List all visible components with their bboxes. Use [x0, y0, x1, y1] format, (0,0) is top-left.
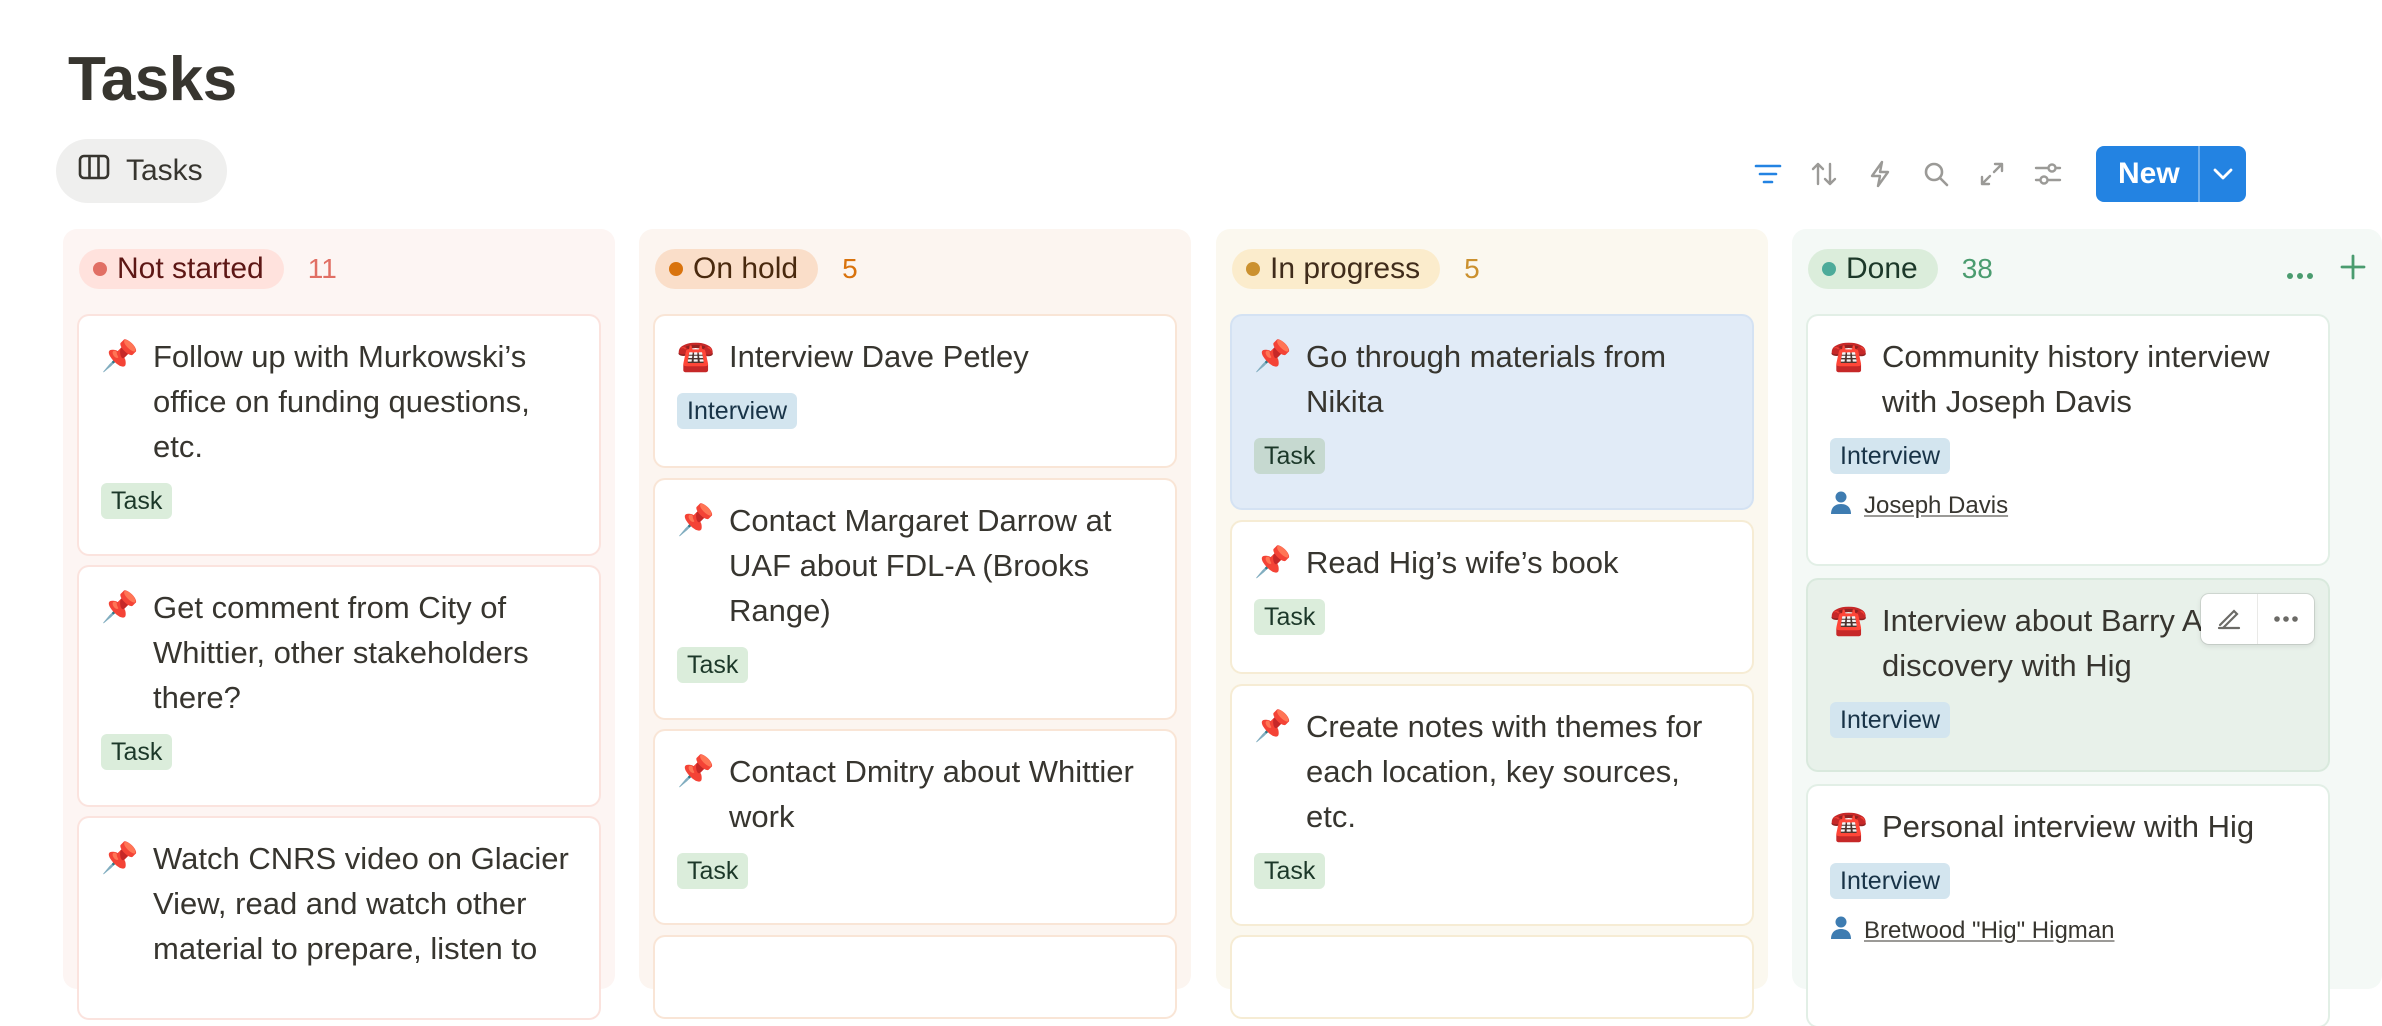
card-hover-controls	[2201, 594, 2314, 644]
telephone-icon: ☎️	[1830, 340, 1868, 373]
card-title: Watch CNRS video on Glacier View, read a…	[153, 841, 569, 966]
card-title: Read Hig’s wife’s book	[1306, 545, 1619, 580]
tag-interview: Interview	[677, 393, 798, 429]
tag-task: Task	[677, 853, 749, 889]
pushpin-icon: 📌	[101, 842, 139, 875]
card[interactable]: 📌 Get comment from City of Whittier, othe…	[79, 567, 599, 805]
column-count: 38	[1961, 253, 1993, 284]
tag-task: Task	[101, 734, 173, 770]
card[interactable]: 📌 Create notes with themes for each locat…	[1232, 686, 1752, 924]
telephone-icon: ☎️	[1830, 604, 1868, 637]
tag-task: Task	[101, 483, 173, 519]
card-title: Interview Dave Petley	[729, 339, 1029, 374]
status-label: Not started	[117, 252, 264, 285]
tag-task: Task	[677, 647, 749, 683]
tag-interview: Interview	[1830, 863, 1951, 899]
card[interactable]: 📌 Contact Margaret Darrow at UAF about FD…	[655, 480, 1175, 718]
card[interactable]	[1232, 937, 1752, 1017]
board-icon	[78, 153, 110, 189]
card[interactable]	[655, 937, 1175, 1017]
column-count: 5	[1464, 253, 1480, 284]
page-title: Tasks	[68, 45, 237, 114]
tag-task: Task	[1254, 438, 1326, 474]
tag-task: Task	[1254, 599, 1326, 635]
person-property[interactable]: Joseph Davis	[1830, 490, 2306, 521]
more-options-icon[interactable]	[2286, 251, 2314, 288]
pushpin-icon: 📌	[1254, 546, 1292, 579]
status-label: On hold	[693, 252, 799, 285]
person-property[interactable]: Bretwood "Hig" Higman	[1830, 915, 2306, 946]
pushpin-icon: 📌	[101, 340, 139, 373]
pushpin-icon: 📌	[677, 755, 715, 788]
person-name[interactable]: Bretwood "Hig" Higman	[1864, 917, 2114, 945]
column-actions	[2286, 249, 2366, 289]
status-pill[interactable]: In progress	[1232, 249, 1441, 289]
status-label: In progress	[1270, 252, 1421, 285]
pushpin-icon: 📌	[101, 591, 139, 624]
status-dot	[1822, 262, 1836, 276]
card[interactable]: ☎️ Interview Dave Petley Interview	[655, 316, 1175, 466]
card[interactable]: 📌 Contact Dmitry about Whittier work Task	[655, 731, 1175, 923]
expand-icon[interactable]	[1972, 154, 2012, 194]
column-header: Done 38	[1808, 249, 1993, 289]
more-options-icon[interactable]	[2257, 594, 2314, 644]
search-icon[interactable]	[1916, 154, 1956, 194]
person-name[interactable]: Joseph Davis	[1864, 492, 2008, 520]
card[interactable]: ☎️ Personal interview with Hig Interview …	[1808, 786, 2328, 1026]
column-not-started: Not started 11 📌 Follow up with Murkowski…	[63, 229, 615, 1018]
add-card-icon[interactable]	[2340, 251, 2366, 288]
chevron-down-icon[interactable]	[2197, 146, 2246, 202]
status-pill[interactable]: Not started	[79, 249, 284, 289]
card-title: Contact Margaret Darrow at UAF about FDL…	[729, 503, 1112, 628]
card-title: Follow up with Murkowski’s office on fun…	[153, 339, 530, 464]
tag-interview: Interview	[1830, 702, 1951, 738]
telephone-icon: ☎️	[677, 340, 715, 373]
view-tab-label: Tasks	[126, 154, 203, 187]
card-title: Community history interview with Joseph …	[1882, 339, 2270, 419]
column-count: 5	[842, 253, 858, 284]
column-header: On hold 5	[655, 249, 858, 289]
card[interactable]: 📌 Watch CNRS video on Glacier View, read …	[79, 818, 599, 1018]
person-icon	[1830, 915, 1852, 946]
column-on-hold: On hold 5 ☎️ Interview Dave Petley Interv…	[639, 229, 1191, 1017]
card-title: Personal interview with Hig	[1882, 809, 2255, 844]
card-title: Go through materials from Nikita	[1306, 339, 1667, 419]
card[interactable]: ☎️ Community history interview with Josep…	[1808, 316, 2328, 564]
column-header: In progress 5	[1232, 249, 1480, 289]
pushpin-icon: 📌	[1254, 710, 1292, 743]
new-button-label[interactable]: New	[2096, 146, 2198, 202]
lightning-icon[interactable]	[1860, 154, 1900, 194]
column-count: 11	[307, 253, 337, 284]
person-icon	[1830, 490, 1852, 521]
filter-icon[interactable]	[1748, 154, 1788, 194]
settings-icon[interactable]	[2028, 154, 2068, 194]
card-title: Create notes with themes for each locati…	[1306, 709, 1703, 834]
column-done: Done 38 ☎️ Community history interview wi…	[1792, 229, 2382, 1026]
edit-icon[interactable]	[2201, 594, 2257, 644]
status-dot	[93, 262, 107, 276]
tag-task: Task	[1254, 853, 1326, 889]
card[interactable]: 📌 Read Hig’s wife’s book Task	[1232, 522, 1752, 672]
sort-icon[interactable]	[1804, 154, 1844, 194]
card-selected[interactable]: 📌 Go through materials from Nikita Task	[1232, 316, 1752, 508]
card-title: Get comment from City of Whittier, other…	[153, 590, 529, 715]
view-tab-tasks[interactable]: Tasks	[56, 139, 227, 203]
column-header: Not started 11	[79, 249, 337, 289]
status-label: Done	[1846, 252, 1918, 285]
card-title: Contact Dmitry about Whittier work	[729, 754, 1134, 834]
tag-interview: Interview	[1830, 438, 1951, 474]
column-in-progress: In progress 5 📌 Go through materials from…	[1216, 229, 1768, 1017]
status-pill[interactable]: Done	[1808, 249, 1938, 289]
card-hovered[interactable]: ☎️ Interview about Barry Arm discovery wi…	[1808, 580, 2328, 770]
toolbar: New	[1748, 146, 2246, 202]
new-button[interactable]: New	[2096, 146, 2246, 202]
status-pill[interactable]: On hold	[655, 249, 819, 289]
status-dot	[1246, 262, 1260, 276]
card[interactable]: 📌 Follow up with Murkowski’s office on fu…	[79, 316, 599, 554]
telephone-icon: ☎️	[1830, 810, 1868, 843]
pushpin-icon: 📌	[677, 504, 715, 537]
status-dot	[669, 262, 683, 276]
pushpin-icon: 📌	[1254, 340, 1292, 373]
